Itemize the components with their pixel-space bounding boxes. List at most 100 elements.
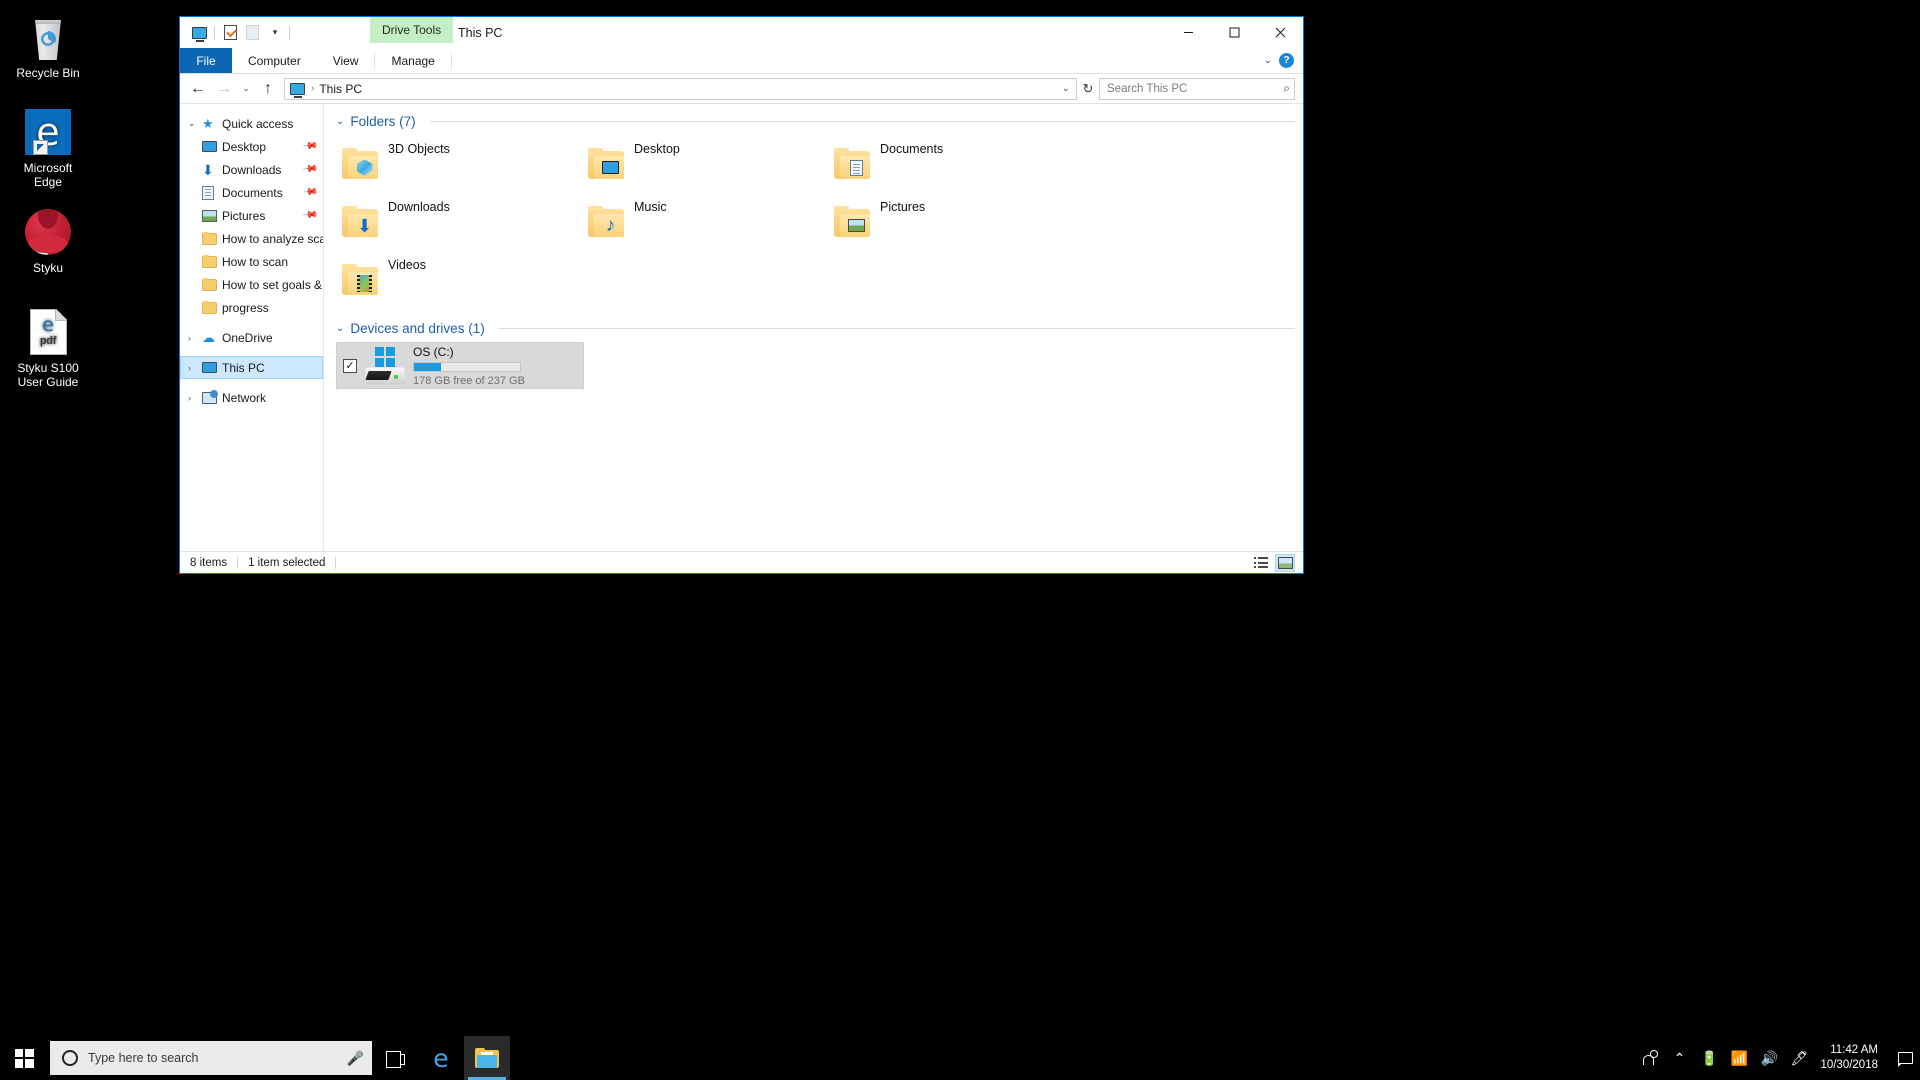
search-input[interactable]: Search This PC ⌕	[1099, 77, 1295, 100]
sidebar-item-progress[interactable]: progress	[180, 296, 323, 319]
action-center-button[interactable]	[1890, 1036, 1920, 1080]
explorer-body: ⌄ ★ Quick access Desktop 📌 ⬇ Downloads 📌	[180, 103, 1303, 551]
folder-item-pictures[interactable]: Pictures	[828, 193, 1074, 251]
this-pc-icon	[290, 82, 305, 98]
tab-computer[interactable]: Computer	[232, 48, 317, 73]
chevron-down-icon[interactable]: ⌄	[336, 323, 344, 334]
task-view-button[interactable]	[372, 1036, 418, 1080]
help-icon[interactable]: ?	[1279, 53, 1294, 68]
chevron-right-icon[interactable]: ›	[188, 333, 202, 343]
sidebar-item-desktop[interactable]: Desktop 📌	[180, 135, 323, 158]
desktop-icon-recycle-bin[interactable]: Recycle Bin	[2, 10, 94, 80]
taskbar-item-edge[interactable]: e	[418, 1036, 464, 1080]
view-toggle-group[interactable]	[1251, 553, 1303, 572]
folder-label: Pictures	[880, 200, 926, 214]
close-button[interactable]	[1257, 17, 1303, 48]
taskbar-clock[interactable]: 11:42 AM 10/30/2018	[1814, 1036, 1890, 1080]
drive-item-os-c[interactable]: ✓ OS (C:) 178 GB free of 237 GB	[336, 342, 584, 389]
start-button[interactable]	[0, 1036, 48, 1080]
sidebar-item-network[interactable]: › Network	[180, 386, 323, 409]
folder-item-downloads[interactable]: ⬇ Downloads	[336, 193, 582, 251]
recent-locations-caret-icon[interactable]: ⌄	[237, 77, 255, 101]
wifi-icon[interactable]: 📶	[1724, 1036, 1754, 1080]
sidebar-item-how-to-set-goals[interactable]: How to set goals &	[180, 273, 323, 296]
people-icon[interactable]	[1634, 1036, 1664, 1080]
chevron-right-icon[interactable]: ›	[188, 393, 202, 403]
desktop-icon-styku-user-guide[interactable]: e pdf Styku S100 User Guide	[2, 305, 94, 389]
title-bar[interactable]: ▾ Drive Tools This PC	[180, 17, 1303, 48]
taskbar-item-file-explorer[interactable]	[464, 1036, 510, 1080]
pin-icon[interactable]: 📌	[301, 138, 318, 154]
folder-icon	[202, 231, 222, 245]
clock-time: 11:42 AM	[1830, 1044, 1878, 1056]
sidebar-item-pictures[interactable]: Pictures 📌	[180, 204, 323, 227]
pin-icon[interactable]: 📌	[301, 161, 318, 177]
volume-icon[interactable]: 🔊	[1754, 1036, 1784, 1080]
properties-icon[interactable]	[219, 22, 241, 44]
battery-icon[interactable]: 🔋	[1694, 1036, 1724, 1080]
sidebar-item-quick-access[interactable]: ⌄ ★ Quick access	[180, 112, 323, 135]
drive-checkbox[interactable]: ✓	[343, 358, 357, 373]
customize-caret-icon[interactable]: ▾	[263, 22, 285, 44]
refresh-icon[interactable]: ↻	[1077, 77, 1099, 101]
navigation-pane[interactable]: ⌄ ★ Quick access Desktop 📌 ⬇ Downloads 📌	[180, 104, 324, 551]
collapse-ribbon-icon[interactable]: ⌄	[1264, 55, 1272, 66]
forward-arrow-icon[interactable]: →	[211, 77, 237, 101]
file-list-pane[interactable]: ⌄ Folders (7) 3D Objects Desktop Documen…	[324, 104, 1303, 551]
minimize-button[interactable]	[1165, 17, 1211, 48]
maximize-button[interactable]	[1211, 17, 1257, 48]
address-dropdown-caret-icon[interactable]: ⌄	[1062, 83, 1074, 94]
desktop-icon-label: Styku	[32, 261, 63, 275]
chevron-right-icon[interactable]: ›	[188, 363, 202, 373]
desktop-icon-label: Recycle Bin	[16, 66, 80, 80]
taskbar[interactable]: Type here to search 🎤 e ⌃ 🔋 📶 🔊 🖊 11:42	[0, 1036, 1920, 1080]
chevron-down-icon[interactable]: ⌄	[188, 118, 202, 129]
group-header-devices-and-drives[interactable]: ⌄ Devices and drives (1)	[336, 321, 1303, 336]
folder-item-music[interactable]: ♪ Music	[582, 193, 828, 251]
onedrive-icon: ☁	[202, 329, 215, 345]
folder-item-videos[interactable]: Videos	[336, 251, 582, 309]
pen-workspace-icon[interactable]: 🖊	[1784, 1036, 1814, 1080]
desktop-background[interactable]: Recycle Bin e Microsoft Edge Styku e pdf	[0, 0, 1920, 1080]
desktop-icon-microsoft-edge[interactable]: e Microsoft Edge	[2, 105, 94, 189]
new-folder-icon[interactable]	[241, 22, 263, 44]
show-hidden-icons-chevron[interactable]: ⌃	[1664, 1036, 1694, 1080]
address-bar-row[interactable]: ← → ⌄ ↑ › This PC ⌄ ↻ Search This PC ⌕	[180, 74, 1303, 103]
sidebar-item-how-to-analyze-scan[interactable]: How to analyze scan	[180, 227, 323, 250]
contextual-tab-drive-tools[interactable]: Drive Tools	[370, 17, 454, 43]
up-arrow-icon[interactable]: ↑	[255, 77, 281, 101]
pin-icon[interactable]: 📌	[301, 207, 318, 223]
system-tray[interactable]: ⌃ 🔋 📶 🔊 🖊 11:42 AM 10/30/2018	[1634, 1036, 1920, 1080]
quick-access-toolbar[interactable]: ▾	[180, 17, 294, 48]
sidebar-item-onedrive[interactable]: › ☁ OneDrive	[180, 326, 323, 349]
ribbon-tab-bar[interactable]: File Computer View Manage ⌄ ?	[180, 48, 1303, 74]
sidebar-item-this-pc[interactable]: › This PC	[180, 356, 323, 379]
tab-view[interactable]: View	[317, 48, 375, 73]
window-controls[interactable]	[1165, 17, 1303, 48]
chevron-down-icon[interactable]: ⌄	[336, 116, 344, 127]
sidebar-item-documents[interactable]: Documents 📌	[180, 181, 323, 204]
folder-item-documents[interactable]: Documents	[828, 135, 1074, 193]
microphone-icon[interactable]: 🎤	[347, 1050, 364, 1067]
status-divider	[335, 556, 337, 569]
file-explorer-window[interactable]: ▾ Drive Tools This PC File Computer View…	[179, 16, 1304, 574]
back-arrow-icon[interactable]: ←	[185, 77, 211, 101]
folder-item-3d-objects[interactable]: 3D Objects	[336, 135, 582, 193]
taskbar-search-placeholder: Type here to search	[88, 1051, 199, 1065]
breadcrumb-this-pc[interactable]: This PC	[319, 82, 362, 96]
tab-file[interactable]: File	[180, 48, 232, 73]
sidebar-item-how-to-scan[interactable]: How to scan	[180, 250, 323, 273]
group-header-folders[interactable]: ⌄ Folders (7)	[336, 114, 1303, 129]
search-icon[interactable]: ⌕	[1283, 81, 1290, 96]
taskbar-search-input[interactable]: Type here to search 🎤	[50, 1041, 372, 1075]
folder-item-desktop[interactable]: Desktop	[582, 135, 828, 193]
this-pc-icon[interactable]	[188, 22, 210, 44]
large-icons-view-button[interactable]	[1275, 553, 1295, 572]
address-bar[interactable]: › This PC ⌄	[284, 77, 1077, 100]
sidebar-item-downloads[interactable]: ⬇ Downloads 📌	[180, 158, 323, 181]
pin-icon[interactable]: 📌	[301, 184, 318, 200]
details-view-button[interactable]	[1251, 554, 1271, 572]
tab-manage[interactable]: Manage	[375, 48, 450, 73]
folder-icon: ⬇	[342, 206, 378, 237]
desktop-icon-styku[interactable]: Styku	[2, 205, 94, 275]
